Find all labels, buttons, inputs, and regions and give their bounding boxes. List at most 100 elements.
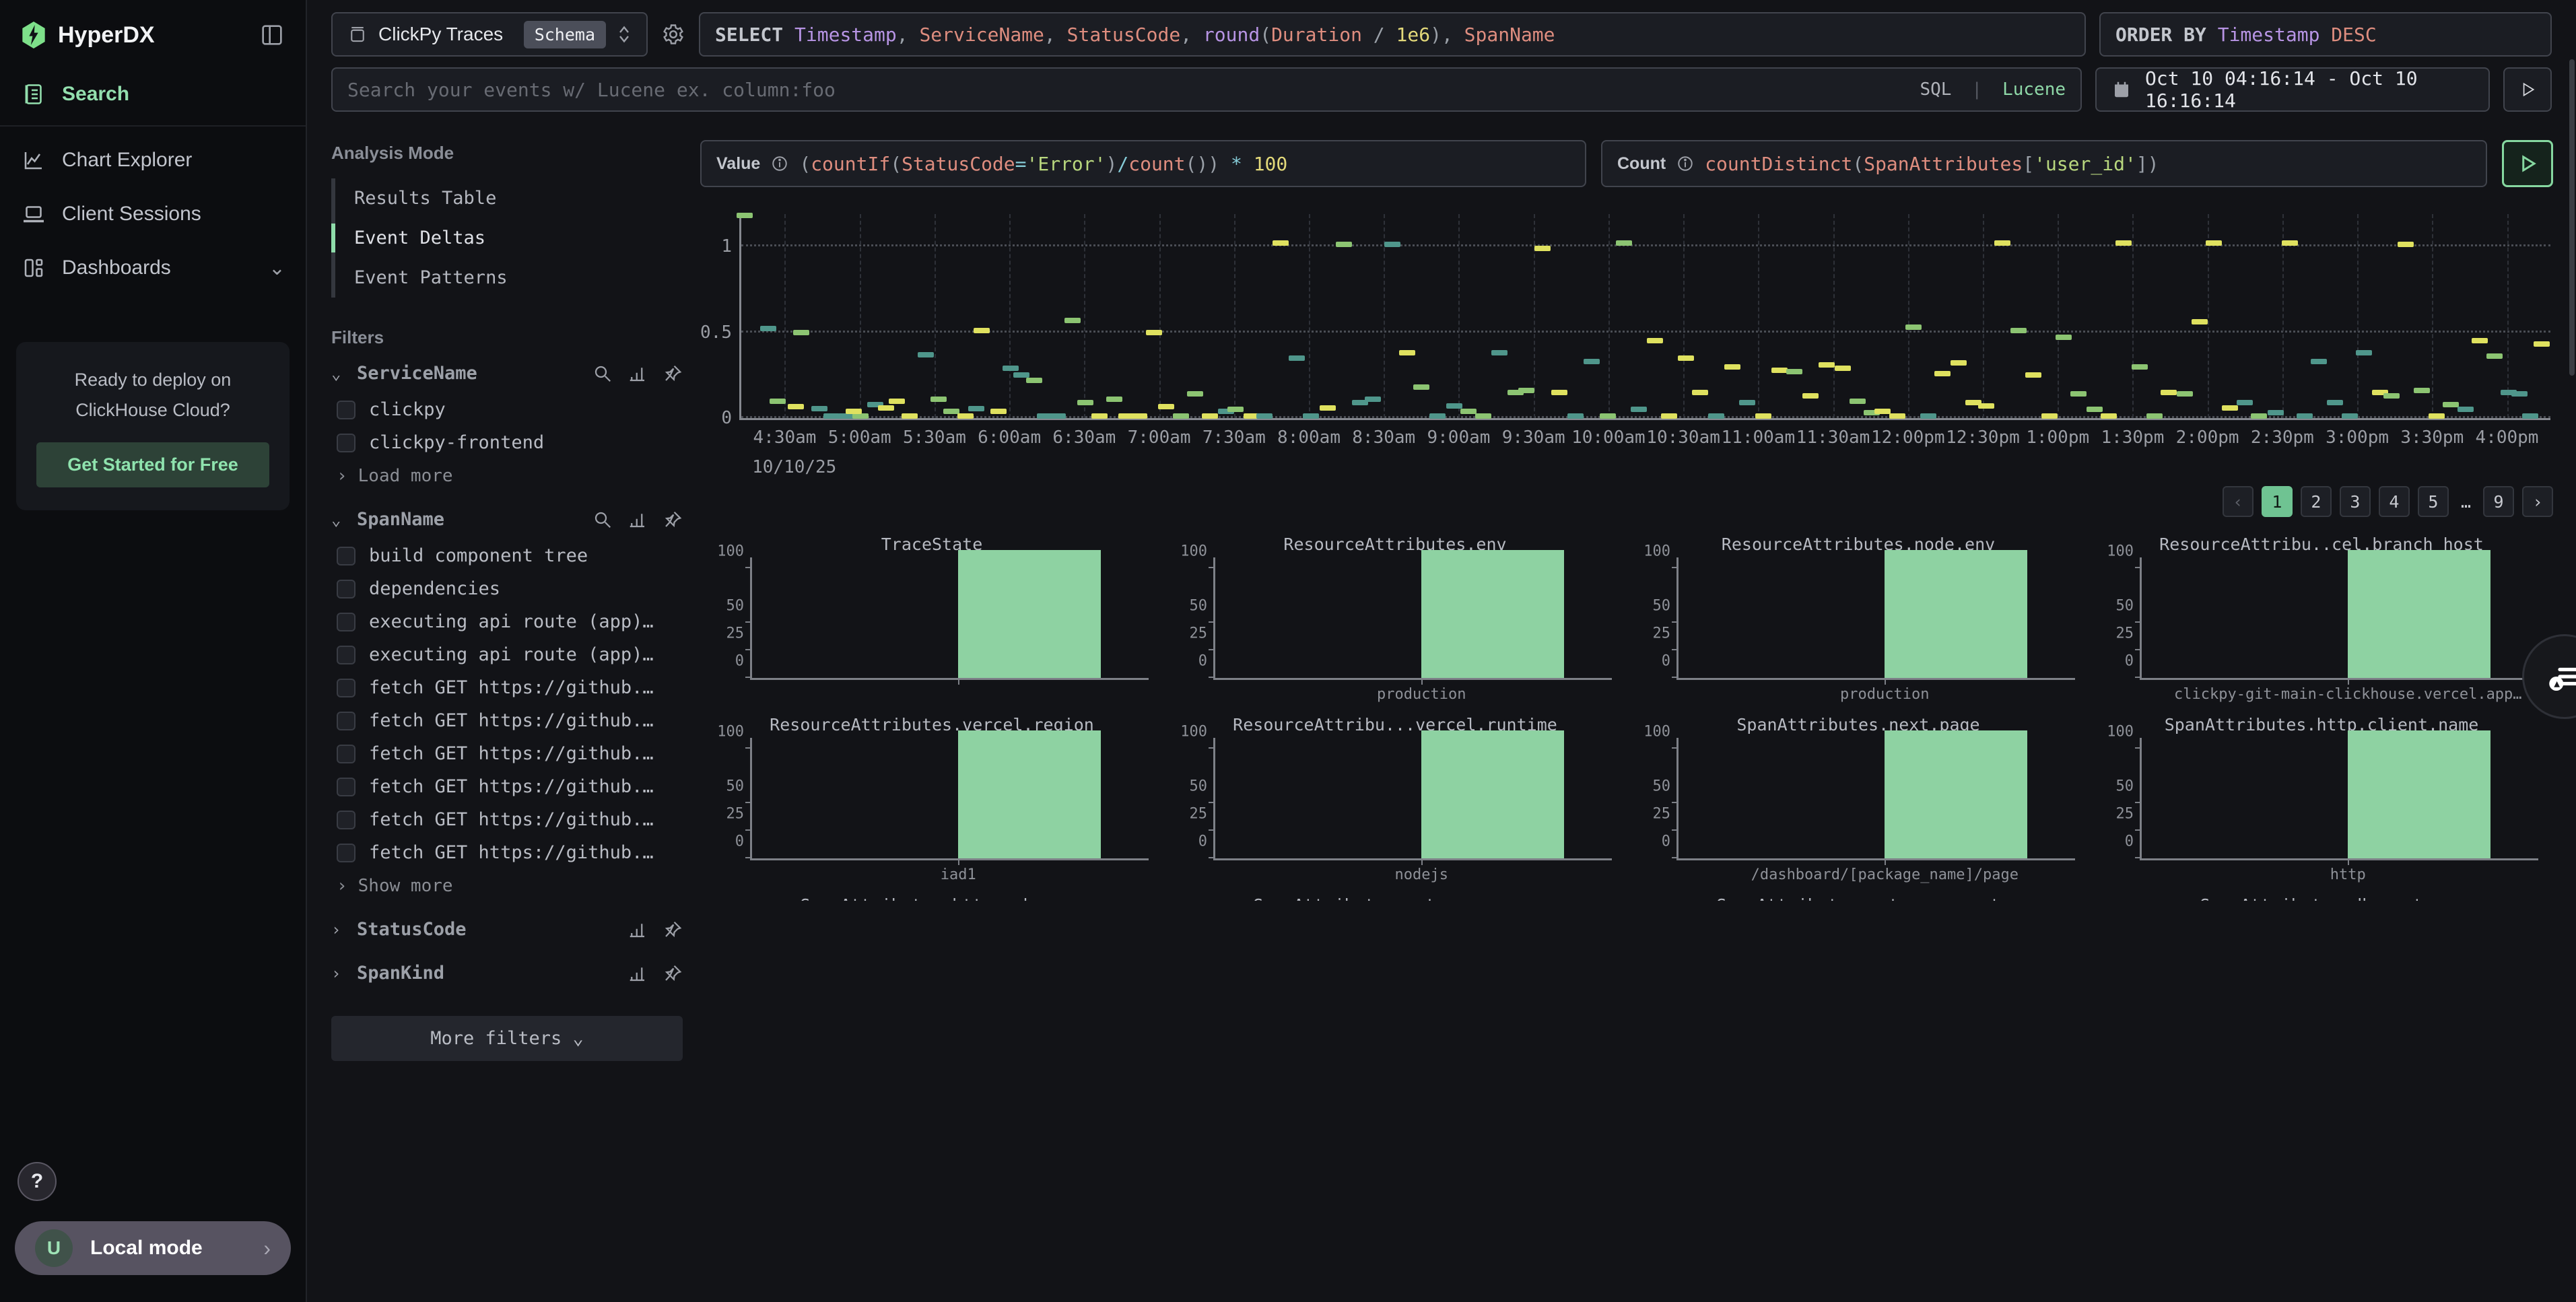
lang-toggle-lucene[interactable]: Lucene bbox=[2002, 79, 2066, 100]
x-axis-tick-label: 11:30am bbox=[1796, 427, 1870, 448]
checkbox[interactable] bbox=[337, 778, 355, 796]
pagination-page-4[interactable]: 4 bbox=[2379, 486, 2410, 517]
analysis-mode-event-deltas[interactable]: Event Deltas bbox=[335, 218, 683, 258]
filter-option[interactable]: executing api route (app)… bbox=[331, 638, 683, 671]
search-doc-icon bbox=[20, 81, 47, 108]
count-expression-input[interactable]: Count countDistinct(SpanAttributes['user… bbox=[1601, 140, 2487, 187]
data-point bbox=[2414, 388, 2430, 393]
pin-icon[interactable] bbox=[663, 364, 683, 384]
filter-option[interactable]: fetch GET https://github.… bbox=[331, 671, 683, 704]
analysis-mode-results-table[interactable]: Results Table bbox=[335, 178, 683, 218]
sidebar-item-dashboards[interactable]: Dashboards⌄ bbox=[0, 241, 306, 295]
checkbox[interactable] bbox=[337, 811, 355, 829]
filter-option-label: fetch GET https://github.… bbox=[369, 809, 654, 830]
get-started-button[interactable]: Get Started for Free bbox=[36, 442, 269, 487]
filter-option[interactable]: fetch GET https://github.… bbox=[331, 737, 683, 770]
attribute-chart-spanattributes-db-system[interactable]: SpanAttributes.db.system02550100clickhou… bbox=[2090, 893, 2553, 901]
pagination-next[interactable]: › bbox=[2522, 486, 2553, 517]
data-point bbox=[1384, 242, 1400, 247]
filter-option[interactable]: clickpy bbox=[331, 393, 683, 426]
bar-chart-icon[interactable] bbox=[628, 510, 648, 530]
value-expression-input[interactable]: Value (countIf(StatusCode='Error')/count… bbox=[700, 140, 1586, 187]
help-button[interactable]: ? bbox=[18, 1162, 57, 1201]
show-more-link[interactable]: ›Show more bbox=[331, 869, 683, 896]
search-icon[interactable] bbox=[592, 364, 613, 384]
pin-icon[interactable] bbox=[663, 920, 683, 940]
collapse-sidebar-icon[interactable] bbox=[259, 22, 285, 48]
attribute-chart-spanattributes-http-client-name[interactable]: SpanAttributes.http.client.name02550100h… bbox=[2090, 712, 2553, 893]
attribute-chart-spanattributes-net-peer-name[interactable]: SpanAttributes.net.peer.name02550100z5nr… bbox=[1163, 893, 1627, 901]
y-axis-tick-label: 100 bbox=[2107, 724, 2142, 741]
checkbox[interactable] bbox=[337, 401, 355, 419]
dataset-selector[interactable]: ClickPy Traces Schema bbox=[331, 12, 648, 57]
pagination-page-1[interactable]: 1 bbox=[2262, 486, 2293, 517]
attribute-chart-spanattributes-next-page[interactable]: SpanAttributes.next.page02550100/dashboa… bbox=[1627, 712, 2090, 893]
search-input[interactable]: Search your events w/ Lucene ex. column:… bbox=[331, 67, 2082, 112]
filter-group-header[interactable]: ›StatusCode bbox=[331, 919, 683, 940]
checkbox[interactable] bbox=[337, 547, 355, 566]
data-point bbox=[1336, 242, 1352, 247]
run-search-button[interactable] bbox=[2503, 67, 2552, 112]
gridline bbox=[1983, 214, 1984, 418]
attribute-chart-spanattributes-http-scheme[interactable]: SpanAttributes.http.scheme02550100https bbox=[700, 893, 1163, 901]
checkbox[interactable] bbox=[337, 712, 355, 730]
gridline bbox=[741, 416, 2550, 418]
date-range-picker[interactable]: Oct 10 04:16:14 - Oct 10 16:16:14 bbox=[2095, 67, 2490, 112]
checkbox[interactable] bbox=[337, 434, 355, 452]
filter-group-header[interactable]: ⌄ServiceName bbox=[331, 363, 683, 384]
y-axis-tick-label: 100 bbox=[1180, 543, 1215, 560]
select-query-input[interactable]: SELECT Timestamp, ServiceName, StatusCod… bbox=[699, 12, 2086, 57]
pagination-page-9[interactable]: 9 bbox=[2483, 486, 2514, 517]
bar-chart-icon[interactable] bbox=[628, 963, 648, 984]
pin-icon[interactable] bbox=[663, 510, 683, 530]
gear-icon[interactable] bbox=[661, 22, 685, 46]
attribute-chart-resourceattributes-vercel-region[interactable]: ResourceAttributes.vercel.region02550100… bbox=[700, 712, 1163, 893]
scrollbar-thumb[interactable] bbox=[2569, 59, 2575, 376]
user-menu[interactable]: U Local mode › bbox=[15, 1221, 291, 1275]
run-analysis-button[interactable] bbox=[2502, 140, 2553, 187]
attribute-chart-resourceattribu-cel-branch-host[interactable]: ResourceAttribu..cel.branch_host02550100… bbox=[2090, 532, 2553, 712]
attribute-chart-spanattributes-net-peer-port[interactable]: SpanAttributes.net.peer.port025501008443 bbox=[1627, 893, 2090, 901]
attribute-chart-resourceattributes-node-env[interactable]: ResourceAttributes.node.env02550100produ… bbox=[1627, 532, 2090, 712]
filter-option[interactable]: build component tree bbox=[331, 539, 683, 572]
more-filters-button[interactable]: More filters ⌄ bbox=[331, 1016, 683, 1061]
load-more-link[interactable]: ›Load more bbox=[331, 459, 683, 486]
filter-option[interactable]: fetch GET https://github.… bbox=[331, 803, 683, 836]
content-area: Analysis Mode Results TableEvent DeltasE… bbox=[307, 123, 2576, 1302]
lang-toggle-sql[interactable]: SQL bbox=[1920, 79, 1951, 100]
pagination-page-3[interactable]: 3 bbox=[2340, 486, 2371, 517]
pagination-page-2[interactable]: 2 bbox=[2301, 486, 2332, 517]
search-icon[interactable] bbox=[592, 510, 613, 530]
y-axis-tick bbox=[2135, 621, 2142, 623]
filter-option[interactable]: clickpy-frontend bbox=[331, 426, 683, 459]
orderby-input[interactable]: ORDER BY Timestamp DESC bbox=[2099, 12, 2552, 57]
pin-icon[interactable] bbox=[663, 963, 683, 984]
checkbox[interactable] bbox=[337, 580, 355, 598]
data-point bbox=[1755, 413, 1771, 419]
checkbox[interactable] bbox=[337, 745, 355, 763]
bar-chart-icon[interactable] bbox=[628, 364, 648, 384]
attribute-chart-resourceattribu-vercel-runtime[interactable]: ResourceAttribu...vercel.runtime02550100… bbox=[1163, 712, 1627, 893]
checkbox[interactable] bbox=[337, 844, 355, 862]
pagination-page-5[interactable]: 5 bbox=[2418, 486, 2449, 517]
analysis-mode-event-patterns[interactable]: Event Patterns bbox=[335, 258, 683, 298]
sidebar-item-client-sessions[interactable]: Client Sessions bbox=[0, 187, 306, 241]
filter-group-header[interactable]: ›SpanKind bbox=[331, 963, 683, 984]
bar-chart-icon[interactable] bbox=[628, 920, 648, 940]
filter-option[interactable]: executing api route (app)… bbox=[331, 605, 683, 638]
attribute-chart-tracestate[interactable]: TraceState02550100 bbox=[700, 532, 1163, 712]
filter-option[interactable]: fetch GET https://github.… bbox=[331, 770, 683, 803]
filter-group-header[interactable]: ⌄SpanName bbox=[331, 509, 683, 530]
filter-option[interactable]: dependencies bbox=[331, 572, 683, 605]
event-deltas-chart[interactable]: 00.514:30am5:00am5:30am6:00am6:30am7:00a… bbox=[700, 214, 2553, 483]
sidebar-item-search[interactable]: Search bbox=[0, 67, 306, 127]
filter-option[interactable]: fetch GET https://github.… bbox=[331, 836, 683, 869]
checkbox[interactable] bbox=[337, 646, 355, 664]
filter-group-name: StatusCode bbox=[357, 919, 618, 940]
checkbox[interactable] bbox=[337, 679, 355, 697]
pagination-prev[interactable]: ‹ bbox=[2223, 486, 2253, 517]
sidebar-item-chart-explorer[interactable]: Chart Explorer bbox=[0, 133, 306, 187]
checkbox[interactable] bbox=[337, 613, 355, 631]
filter-option[interactable]: fetch GET https://github.… bbox=[331, 704, 683, 737]
attribute-chart-resourceattributes-env[interactable]: ResourceAttributes.env02550100production bbox=[1163, 532, 1627, 712]
